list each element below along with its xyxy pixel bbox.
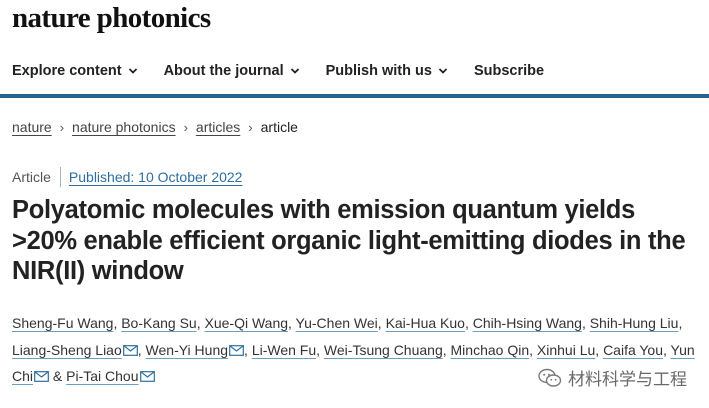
main-nav: Explore content About the journal Publis… <box>0 48 709 94</box>
author-link[interactable]: Li-Wen Fu <box>252 342 316 358</box>
wechat-icon <box>538 368 562 387</box>
site-logo[interactable]: nature photonics <box>12 2 211 35</box>
author-link[interactable]: Chih-Hsing Wang <box>473 315 582 331</box>
article-meta: Article Published: 10 October 2022 <box>12 167 242 187</box>
author-link[interactable]: Wei-Tsung Chuang <box>324 342 443 358</box>
published-date-link[interactable]: Published: 10 October 2022 <box>69 169 243 185</box>
mail-icon[interactable] <box>34 371 49 382</box>
author-link[interactable]: Xue-Qi Wang <box>205 315 289 331</box>
author-link[interactable]: Minchao Qin <box>451 342 530 358</box>
watermark: 材料科学与工程 <box>538 365 687 390</box>
nav-label: Subscribe <box>473 63 545 79</box>
author-link[interactable]: Xinhui Lu <box>537 342 595 358</box>
author-link[interactable]: Kai-Hua Kuo <box>386 315 465 331</box>
nav-label: About the journal <box>163 63 284 79</box>
mail-icon[interactable] <box>139 371 155 382</box>
breadcrumb-nature[interactable]: nature <box>12 119 52 135</box>
breadcrumb-nature-photonics[interactable]: nature photonics <box>72 119 176 135</box>
author-link[interactable]: Pi-Tai Chou <box>66 368 138 384</box>
chevron-down-icon <box>128 68 137 74</box>
author-link[interactable]: Liang-Sheng Liao <box>12 342 122 358</box>
breadcrumb: nature › nature photonics › articles › a… <box>12 119 298 135</box>
author-link[interactable]: Bo-Kang Su <box>121 315 197 331</box>
watermark-text: 材料科学与工程 <box>568 370 687 389</box>
chevron-right-icon: › <box>183 119 188 135</box>
nav-subscribe[interactable]: Subscribe <box>474 63 544 79</box>
nav-explore-content[interactable]: Explore content <box>12 63 138 79</box>
breadcrumb-articles[interactable]: articles <box>196 119 240 135</box>
article-title: Polyatomic molecules with emission quant… <box>12 196 686 285</box>
author-link[interactable]: Yu-Chen Wei <box>296 315 378 331</box>
meta-divider <box>59 167 61 187</box>
nav-about-journal[interactable]: About the journal <box>164 63 300 79</box>
chevron-down-icon <box>290 68 299 74</box>
nav-label: Publish with us <box>325 63 432 79</box>
chevron-down-icon <box>438 68 448 74</box>
author-link[interactable]: Wen-Yi Hung <box>146 342 228 358</box>
author-link[interactable]: Shih-Hung Liu <box>590 315 679 331</box>
mail-icon[interactable] <box>229 344 244 356</box>
mail-icon[interactable] <box>122 344 138 356</box>
article-type: Article <box>12 169 51 185</box>
breadcrumb-current: article <box>260 119 298 135</box>
chevron-right-icon: › <box>248 119 253 135</box>
author-conjunction: & <box>52 368 63 384</box>
author-link[interactable]: Caifa You <box>603 342 663 358</box>
author-link[interactable]: Sheng-Fu Wang <box>12 315 113 331</box>
nav-publish-with-us[interactable]: Publish with us <box>326 63 448 79</box>
chevron-right-icon: › <box>59 119 65 135</box>
nav-accent-bar <box>0 94 709 98</box>
nav-label: Explore content <box>12 63 122 79</box>
